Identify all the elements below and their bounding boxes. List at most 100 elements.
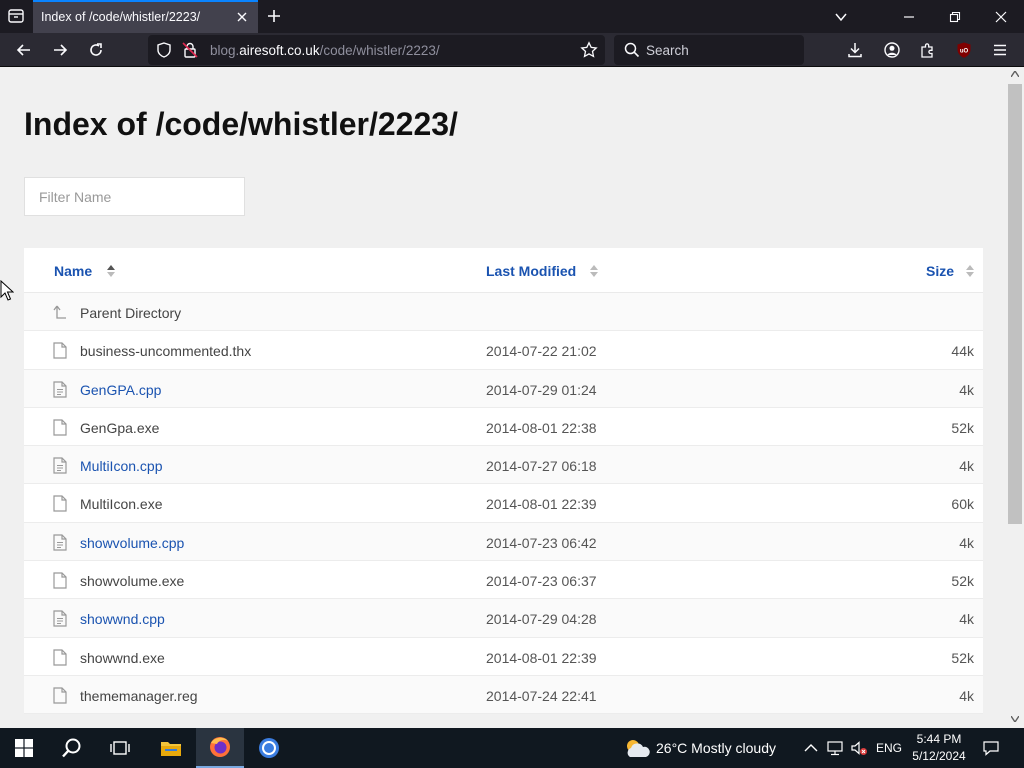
table-row[interactable]: business-uncommented.thx 2014-07-22 21:02…: [24, 331, 983, 370]
file-modified: 2014-08-01 22:39: [486, 649, 597, 666]
sort-modified-icon[interactable]: [590, 264, 598, 277]
list-all-tabs-icon[interactable]: [818, 0, 864, 33]
url-bar[interactable]: blog.airesoft.co.uk/code/whistler/2223/: [148, 35, 605, 65]
page-scrollbar[interactable]: [1006, 68, 1024, 728]
file-name-link[interactable]: MultiIcon.exe: [80, 496, 162, 512]
file-size: 4k: [959, 687, 974, 704]
bookmark-star-icon[interactable]: [580, 41, 598, 59]
sort-name-icon[interactable]: [107, 264, 115, 277]
filter-name-input[interactable]: [24, 177, 245, 216]
notifications-icon[interactable]: [982, 739, 1000, 757]
code-file-icon: [53, 457, 67, 474]
downloads-icon[interactable]: [846, 41, 864, 59]
weather-cloud-icon[interactable]: [622, 737, 652, 759]
url-host: airesoft.co.uk: [239, 43, 320, 58]
file-icon: [53, 342, 67, 359]
file-modified: 2014-07-24 22:41: [486, 687, 597, 704]
minimize-icon[interactable]: [886, 0, 932, 33]
app-menu-icon[interactable]: [991, 41, 1009, 59]
file-icon: [53, 495, 67, 513]
file-icon: [53, 687, 67, 704]
file-icon: [53, 649, 67, 666]
restore-icon[interactable]: [932, 0, 978, 33]
taskbar-search-icon[interactable]: [48, 728, 96, 768]
table-row[interactable]: GenGpa.exe 2014-08-01 22:38 52k: [24, 408, 983, 447]
clock-date[interactable]: 5/12/2024: [900, 749, 978, 763]
file-modified: 2014-07-29 01:24: [486, 381, 597, 398]
table-header: Name Last Modified Size: [24, 248, 983, 293]
url-text[interactable]: blog.airesoft.co.uk/code/whistler/2223/: [210, 43, 440, 58]
file-size: 4k: [959, 534, 974, 551]
parent-directory-icon: [53, 304, 67, 321]
table-row[interactable]: showwnd.cpp 2014-07-29 04:28 4k: [24, 599, 983, 638]
tab-active[interactable]: Index of /code/whistler/2223/: [33, 0, 258, 33]
table-row[interactable]: showvolume.exe 2014-07-23 06:37 52k: [24, 561, 983, 600]
scroll-up-arrow-icon[interactable]: [1011, 71, 1019, 77]
new-tab-icon[interactable]: [266, 8, 282, 24]
code-file-icon: [53, 380, 67, 398]
table-row[interactable]: showwnd.exe 2014-08-01 22:39 52k: [24, 638, 983, 676]
forward-icon[interactable]: [51, 41, 69, 59]
mouse-cursor-icon: [0, 280, 14, 301]
file-size: 52k: [951, 419, 974, 436]
file-size: 4k: [959, 381, 974, 398]
back-icon[interactable]: [15, 41, 33, 59]
clock-time[interactable]: 5:44 PM: [900, 732, 978, 746]
table-row[interactable]: thememanager.reg 2014-07-24 22:41 4k: [24, 675, 983, 715]
size-column-header[interactable]: Size: [926, 263, 954, 279]
file-modified: 2014-07-23 06:42: [486, 534, 597, 551]
file-name-link[interactable]: GenGpa.exe: [80, 420, 159, 436]
volume-muted-icon[interactable]: [850, 739, 868, 757]
file-name-link[interactable]: thememanager.reg: [80, 688, 198, 704]
table-row[interactable]: MultiIcon.exe 2014-08-01 22:39 60k: [24, 484, 983, 523]
search-icon: [623, 41, 641, 59]
file-name-link[interactable]: showwnd.cpp: [80, 611, 165, 627]
sort-size-icon[interactable]: [966, 264, 974, 277]
tab-list-icon[interactable]: [6, 6, 26, 26]
tab-title: Index of /code/whistler/2223/: [41, 10, 201, 24]
chrome-taskbar-icon[interactable]: [245, 728, 293, 768]
parent-directory-row[interactable]: Parent Directory: [24, 293, 983, 332]
firefox-taskbar-icon[interactable]: [196, 728, 244, 768]
file-name-link[interactable]: GenGPA.cpp: [80, 382, 161, 398]
scroll-down-arrow-icon[interactable]: [1011, 716, 1019, 722]
table-row[interactable]: GenGPA.cpp 2014-07-29 01:24 4k: [24, 369, 983, 408]
search-placeholder: Search: [646, 43, 689, 58]
ublock-origin-icon[interactable]: uO: [955, 41, 973, 59]
file-name-link[interactable]: MultiIcon.cpp: [80, 458, 162, 474]
show-hidden-icons-icon[interactable]: [802, 739, 820, 757]
extensions-icon[interactable]: [919, 41, 937, 59]
parent-directory-link[interactable]: Parent Directory: [80, 305, 181, 321]
weather-text[interactable]: 26°C Mostly cloudy: [656, 740, 776, 756]
file-name-link[interactable]: showvolume.cpp: [80, 535, 184, 551]
network-icon[interactable]: [826, 739, 844, 757]
language-indicator[interactable]: ENG: [876, 741, 902, 755]
file-size: 4k: [959, 458, 974, 475]
file-name-link[interactable]: business-uncommented.thx: [80, 343, 251, 359]
last-modified-column-header[interactable]: Last Modified: [486, 263, 576, 279]
file-size: 52k: [951, 573, 974, 590]
shield-icon[interactable]: [155, 41, 173, 59]
table-row[interactable]: showvolume.cpp 2014-07-23 06:42 4k: [24, 522, 983, 562]
file-name-link[interactable]: showwnd.exe: [80, 650, 165, 666]
file-size: 52k: [951, 649, 974, 666]
lock-insecure-icon[interactable]: [181, 41, 199, 59]
close-window-icon[interactable]: [978, 0, 1024, 33]
svg-text:uO: uO: [960, 49, 969, 55]
search-bar[interactable]: Search: [614, 35, 804, 65]
account-icon[interactable]: [883, 41, 901, 59]
file-size: 4k: [959, 611, 974, 628]
tab-close-icon[interactable]: [235, 10, 249, 24]
reload-icon[interactable]: [87, 41, 105, 59]
table-row[interactable]: MultiIcon.cpp 2014-07-27 06:18 4k: [24, 446, 983, 485]
windows-start-icon[interactable]: [0, 728, 48, 768]
scroll-thumb[interactable]: [1008, 84, 1022, 524]
nav-toolbar: blog.airesoft.co.uk/code/whistler/2223/ …: [0, 33, 1024, 67]
task-view-icon[interactable]: [96, 728, 144, 768]
name-column-header[interactable]: Name: [54, 263, 92, 279]
file-explorer-icon[interactable]: [147, 728, 195, 768]
file-size: 44k: [951, 343, 974, 360]
url-path: /code/whistler/2223/: [319, 43, 440, 58]
file-name-link[interactable]: showvolume.exe: [80, 573, 184, 589]
file-size: 60k: [951, 496, 974, 513]
